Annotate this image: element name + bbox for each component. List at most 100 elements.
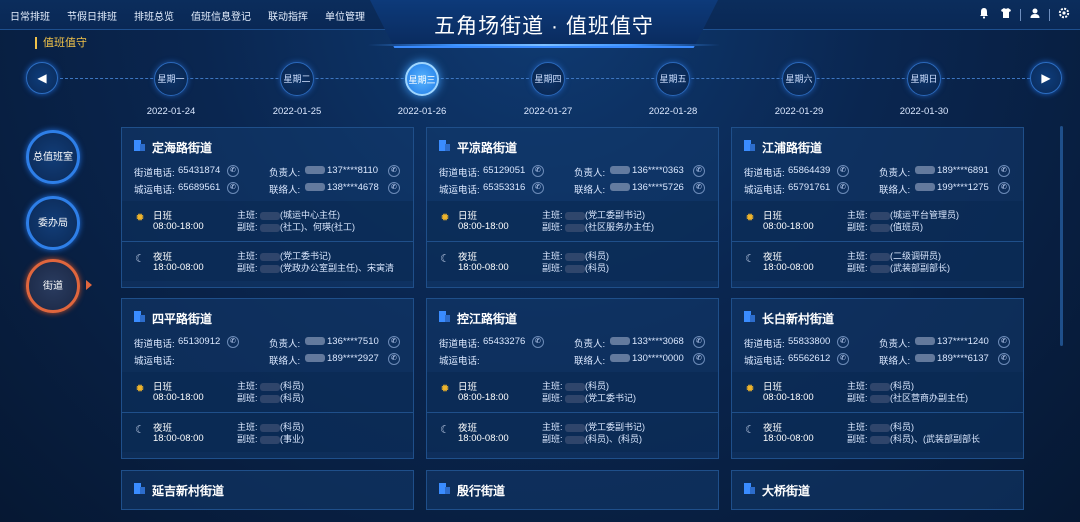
vice-duty-role: (科员): [280, 393, 305, 403]
section-label: 值班值守: [35, 37, 87, 49]
side-commission[interactable]: 委办局: [26, 196, 80, 250]
leader-label: 负责人:: [879, 168, 911, 179]
sun-icon: ✹: [745, 383, 755, 395]
vice-duty: 副班: (党政办公室副主任)、宋寅清: [237, 261, 394, 274]
weekday-3[interactable]: 星期三: [405, 62, 439, 96]
scrollbar[interactable]: [1060, 126, 1063, 346]
blurred-name: [565, 382, 586, 391]
vice-duty: 副班: (党工委书记): [542, 391, 636, 404]
phone-icon[interactable]: ✆: [837, 336, 849, 348]
phone-icon[interactable]: ✆: [532, 336, 544, 348]
bell-icon[interactable]: [976, 7, 992, 23]
phone-icon[interactable]: ✆: [837, 353, 849, 365]
phone-icon[interactable]: ✆: [998, 165, 1010, 177]
phone-icon[interactable]: ✆: [532, 165, 544, 177]
main-duty-role: (城运平台管理员): [890, 210, 960, 220]
street-card[interactable]: 大桥街道: [731, 470, 1024, 510]
moon-icon: ☾: [745, 424, 755, 436]
vice-duty: 副班: (科员)、(武装部副部长: [847, 432, 980, 445]
phone-icon[interactable]: ✆: [998, 336, 1010, 348]
contact-row: 城运电话: 65353316 ✆ 联络人: 136****5726 ✆: [439, 182, 714, 197]
contact-row: 街道电话: 65433276 ✆ 负责人: 133****3068 ✆: [439, 336, 714, 351]
phone-icon[interactable]: ✆: [693, 165, 705, 177]
blurred-name: [870, 211, 891, 220]
shift-time: 18:00-08:00: [763, 262, 814, 273]
main-duty-role: (党工委副书记): [585, 210, 646, 220]
blurred-name: [870, 223, 891, 232]
phone-icon[interactable]: ✆: [227, 336, 239, 348]
weekday-6[interactable]: 星期六: [782, 62, 816, 96]
contact-label: 联络人:: [269, 185, 301, 196]
street-phone-label: 街道电话:: [439, 168, 480, 179]
phone-icon[interactable]: ✆: [388, 353, 400, 365]
shift-row: ✹ 日班 08:00-18:00 主班: (科员) 副班: (社区营商办副主任): [732, 372, 1023, 412]
phone-icon[interactable]: ✆: [998, 353, 1010, 365]
phone-icon[interactable]: ✆: [837, 182, 849, 194]
leader-label: 负责人:: [574, 168, 606, 179]
phone-icon[interactable]: ✆: [693, 182, 705, 194]
shift-row: ☾ 夜班 18:00-08:00 主班: (党工委副书记) 副班: (科员)、(科员): [427, 412, 718, 452]
street-card[interactable]: 四平路街道 街道电话: 65130912 ✆ 负责人: 136****7510 ✆ 城运电话:…: [121, 298, 414, 459]
phone-icon[interactable]: ✆: [693, 336, 705, 348]
card-header: 大桥街道: [732, 471, 1023, 507]
blurred-name: [260, 435, 281, 444]
street-card[interactable]: 控江路街道 街道电话: 65433276 ✆ 负责人: 133****3068 ✆ 城运电话:…: [426, 298, 719, 459]
vice-duty-label: 副班:: [847, 222, 868, 232]
weekday-5[interactable]: 星期五: [656, 62, 690, 96]
shirt-icon[interactable]: [998, 7, 1014, 23]
nav-unit-management[interactable]: 单位管理: [325, 8, 365, 23]
phone-icon[interactable]: ✆: [837, 165, 849, 177]
phone-icon[interactable]: ✆: [693, 353, 705, 365]
blurred-name: [870, 394, 891, 403]
nav-daily-schedule[interactable]: 日常排班: [10, 8, 50, 23]
vice-duty-role: (社区营商办副主任): [890, 393, 969, 403]
building-icon: [744, 483, 755, 494]
phone-icon[interactable]: ✆: [388, 165, 400, 177]
phone-icon[interactable]: ✆: [532, 182, 544, 194]
phone-icon[interactable]: ✆: [998, 182, 1010, 194]
street-phone: 65129051: [483, 165, 526, 176]
nav-holiday-schedule[interactable]: 节假日排班: [67, 8, 117, 23]
phone-icon[interactable]: ✆: [227, 182, 239, 194]
leader-label: 负责人:: [269, 168, 301, 179]
shift-area: ✹ 日班 08:00-18:00 主班: (科员) 副班: (社区营商办副主任) ☾ 夜班 1…: [732, 372, 1023, 452]
weekday-2[interactable]: 星期二: [280, 62, 314, 96]
user-icon[interactable]: [1027, 7, 1043, 23]
main-duty-role: (城运中心主任): [280, 210, 341, 220]
street-card[interactable]: 江浦路街道 街道电话: 65864439 ✆ 负责人: 189****6891 ✆ 城运电话:…: [731, 127, 1024, 288]
street-card[interactable]: 长白新村街道 街道电话: 55833800 ✆ 负责人: 137****1240 ✆ 城运电话…: [731, 298, 1024, 459]
nav-schedule-overview[interactable]: 排班总览: [134, 8, 174, 23]
building-icon: [134, 311, 145, 322]
side-duty-room[interactable]: 总值班室: [26, 130, 80, 184]
blurred-name: [305, 336, 325, 347]
main-duty-label: 主班:: [847, 210, 868, 220]
weekday-4[interactable]: 星期四: [531, 62, 565, 96]
street-card[interactable]: 平凉路街道 街道电话: 65129051 ✆ 负责人: 136****0363 ✆ 城运电话:…: [426, 127, 719, 288]
phone-icon[interactable]: ✆: [388, 336, 400, 348]
nav-duty-registration[interactable]: 值班信息登记: [191, 8, 251, 23]
main-duty-label: 主班:: [542, 210, 563, 220]
vice-duty: 副班: (科员): [542, 261, 609, 274]
side-street[interactable]: 街道: [26, 259, 80, 313]
vice-duty: 副班: (科员): [237, 391, 304, 404]
weekday-1[interactable]: 星期一: [154, 62, 188, 96]
blurred-name: [260, 252, 281, 261]
shift-name: 夜班: [763, 252, 783, 263]
main-duty-role: (科员): [890, 381, 915, 391]
weekday-7[interactable]: 星期日: [907, 62, 941, 96]
shift-row: ✹ 日班 08:00-18:00 主班: (城运平台管理员) 副班: (值班员): [732, 201, 1023, 241]
phone-icon[interactable]: ✆: [227, 165, 239, 177]
street-phone-label: 街道电话:: [744, 168, 785, 179]
card-header: 延吉新村街道: [122, 471, 413, 507]
street-card[interactable]: 定海路街道 街道电话: 65431874 ✆ 负责人: 137****8110 ✆ 城运电话:…: [121, 127, 414, 288]
main-duty-role: (党工委书记): [280, 251, 332, 261]
street-card[interactable]: 殷行街道: [426, 470, 719, 510]
settings-icon[interactable]: [1056, 7, 1072, 23]
shift-name: 日班: [763, 382, 783, 393]
card-header: 四平路街道: [122, 299, 413, 335]
street-card[interactable]: 延吉新村街道: [121, 470, 414, 510]
phone-icon[interactable]: ✆: [388, 182, 400, 194]
nav-linked-command[interactable]: 联动指挥: [268, 8, 308, 23]
prev-week-button[interactable]: ◀: [26, 62, 58, 94]
next-week-button[interactable]: ▶: [1030, 62, 1062, 94]
